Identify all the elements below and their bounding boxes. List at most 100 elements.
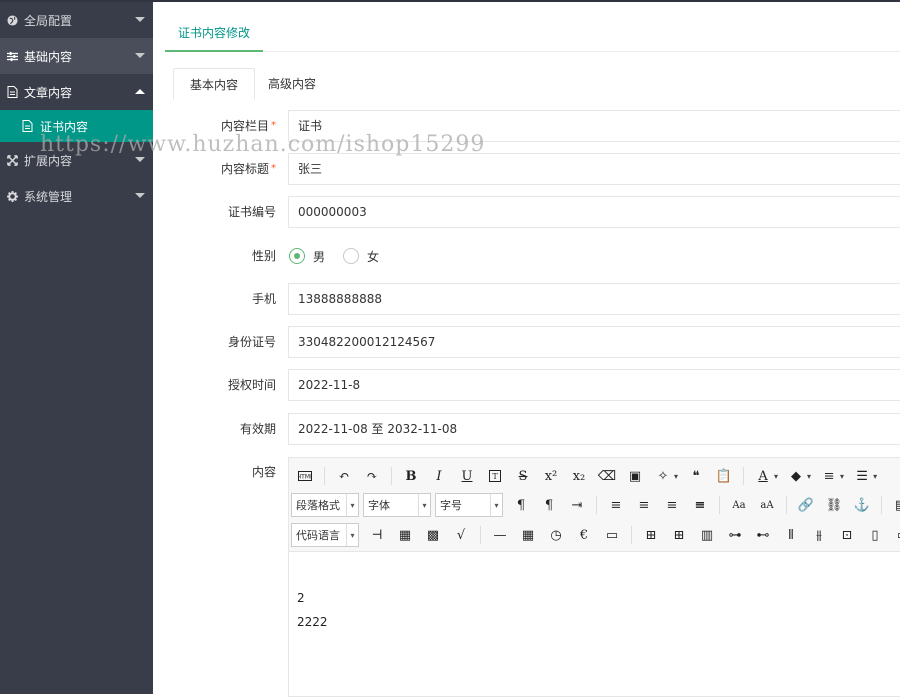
background-icon[interactable]: ▩ xyxy=(421,523,445,547)
chevron-down-icon: ▾ xyxy=(490,494,502,516)
bold-icon[interactable]: B xyxy=(399,464,423,488)
form-row-phone: 手机 13888888888 xyxy=(153,283,900,315)
gender-label: 性别 xyxy=(251,249,276,263)
id-no-field[interactable]: 330482200012124567 xyxy=(288,326,900,358)
align-center-icon[interactable]: ≡ xyxy=(632,493,656,517)
delete-col-icon[interactable]: ⫵ xyxy=(807,523,831,547)
sliders-icon xyxy=(6,50,18,62)
anchor-icon[interactable]: ⚓ xyxy=(850,493,874,517)
validity-field[interactable]: 2022-11-08 至 2032-11-08 xyxy=(288,413,900,445)
delete-table-icon[interactable]: ⊞ xyxy=(667,523,691,547)
format-painter-icon[interactable]: ▣ xyxy=(623,464,647,488)
blockquote-icon[interactable]: ❝ xyxy=(684,464,708,488)
sidebar-item-label: 扩展内容 xyxy=(24,153,73,168)
sidebar-item-label: 系统管理 xyxy=(24,189,73,204)
merge-down-icon[interactable]: ▭ xyxy=(891,523,900,547)
chevron-down-icon[interactable]: ▾ xyxy=(807,472,811,481)
font-color-icon[interactable]: A xyxy=(751,464,775,488)
insert-col-icon[interactable]: ⫴ xyxy=(779,523,803,547)
form-row-gender: 性别 男 女 xyxy=(153,240,900,272)
subscript-icon[interactable]: x₂ xyxy=(567,464,591,488)
sidebar-item-system-management[interactable]: 系统管理 xyxy=(0,178,153,214)
font-family-select[interactable]: 字体 ▾ xyxy=(363,493,431,517)
redo-icon[interactable]: ↷ xyxy=(360,464,384,488)
gender-radio-male[interactable]: 男 xyxy=(289,248,325,265)
insert-table-icon[interactable]: ⊞ xyxy=(639,523,663,547)
chevron-down-icon[interactable]: ▾ xyxy=(873,472,877,481)
superscript-icon[interactable]: x² xyxy=(539,464,563,488)
code-language-select[interactable]: 代码语言 ▾ xyxy=(291,523,359,547)
sidebar-item-article-content[interactable]: 文章内容 xyxy=(0,74,153,110)
form-row-auth-time: 授权时间 2022-11-8 xyxy=(153,369,900,401)
source-code-icon[interactable]: HTML xyxy=(293,464,317,488)
background-color-icon[interactable]: ◆ xyxy=(784,464,808,488)
indent-icon[interactable]: ⇥ xyxy=(565,493,589,517)
border-text-icon[interactable]: T xyxy=(483,464,507,488)
toolbar-divider xyxy=(391,467,392,485)
special-char-icon[interactable]: € xyxy=(572,523,596,547)
italic-icon[interactable]: I xyxy=(427,464,451,488)
page-break-icon[interactable]: ⊣ xyxy=(365,523,389,547)
date-icon[interactable]: ▦ xyxy=(516,523,540,547)
undo-icon[interactable]: ↶ xyxy=(332,464,356,488)
underline-icon[interactable]: U xyxy=(455,464,479,488)
delete-row-icon[interactable]: ⊷ xyxy=(751,523,775,547)
sidebar-item-global-config[interactable]: 全局配置 xyxy=(0,2,153,38)
eraser-icon[interactable]: ⌫ xyxy=(595,464,619,488)
globe-icon xyxy=(6,14,18,26)
insert-row-icon[interactable]: ⊶ xyxy=(723,523,747,547)
cert-no-label: 证书编号 xyxy=(227,205,276,219)
auth-time-field[interactable]: 2022-11-8 xyxy=(288,369,900,401)
cert-no-field[interactable]: 000000003 xyxy=(288,196,900,228)
expand-icon xyxy=(6,154,18,166)
toolbar-row-2: 段落格式 ▾ 字体 ▾ 字号 ▾ ¶ ¶ ⇥ ≡ ≡ ≡ ≡ Aa aA 🔗 ⛓ ⚓ … xyxy=(291,491,900,519)
formula-icon[interactable]: √ xyxy=(449,523,473,547)
align-left-icon[interactable]: ≡ xyxy=(604,493,628,517)
insert-para-before-table-icon[interactable]: ▥ xyxy=(695,523,719,547)
ltr-icon[interactable]: ¶ xyxy=(509,493,533,517)
unlink-icon[interactable]: ⛓ xyxy=(822,493,846,517)
lowercase-icon[interactable]: aA xyxy=(755,493,779,517)
toolbar-divider xyxy=(743,467,745,485)
chevron-down-icon[interactable]: ▾ xyxy=(774,472,778,481)
horizontal-rule-icon[interactable]: — xyxy=(488,523,512,547)
chevron-down-icon[interactable]: ▾ xyxy=(840,472,844,481)
image-float-icon[interactable]: ▤ xyxy=(889,493,900,517)
tab-edit-certificate[interactable]: 证书内容修改 xyxy=(165,16,264,52)
title-field[interactable]: 张三 xyxy=(288,153,900,185)
strikethrough-icon[interactable]: S xyxy=(511,464,535,488)
tab-advanced-content[interactable]: 高级内容 xyxy=(252,68,332,100)
unordered-list-icon[interactable]: ☰ xyxy=(850,464,874,488)
form-row-id-no: 身份证号 330482200012124567 xyxy=(153,326,900,358)
paragraph-format-select[interactable]: 段落格式 ▾ xyxy=(291,493,359,517)
link-icon[interactable]: 🔗 xyxy=(794,493,818,517)
merge-cells-icon[interactable]: ⊡ xyxy=(835,523,859,547)
editor-content[interactable]: 2 2222 xyxy=(297,586,328,634)
auth-time-label: 授权时间 xyxy=(227,378,276,392)
rich-text-editor: HTML ↶ ↷ B I U T S x² x₂ ⌫ ▣ ✧ ▾ ❝ 📋 A ▾ ◆… xyxy=(288,457,900,697)
ordered-list-icon[interactable]: ≡ xyxy=(817,464,841,488)
sidebar-subitem-certificate[interactable]: 证书内容 xyxy=(0,110,153,142)
align-right-icon[interactable]: ≡ xyxy=(660,493,684,517)
phone-field[interactable]: 13888888888 xyxy=(288,283,900,315)
sidebar-item-basic-content[interactable]: 基础内容 xyxy=(0,38,153,74)
gender-radio-female[interactable]: 女 xyxy=(343,248,379,265)
merge-right-icon[interactable]: ▯ xyxy=(863,523,887,547)
time-icon[interactable]: ◷ xyxy=(544,523,568,547)
column-field[interactable]: 证书 xyxy=(288,110,900,142)
font-size-select[interactable]: 字号 ▾ xyxy=(435,493,503,517)
chevron-down-icon[interactable]: ▾ xyxy=(674,472,678,481)
sidebar: 全局配置 基础内容 文章内容 证书内容 扩展内容 系统管理 xyxy=(0,2,153,694)
paste-plain-icon[interactable]: 📋 xyxy=(712,464,736,488)
wordimage-icon[interactable]: ▭ xyxy=(600,523,624,547)
rtl-icon[interactable]: ¶ xyxy=(537,493,561,517)
tab-basic-content[interactable]: 基本内容 xyxy=(173,68,256,100)
chevron-down-icon xyxy=(135,53,145,58)
form-row-validity: 有效期 2022-11-08 至 2032-11-08 xyxy=(153,413,900,445)
chevron-down-icon: ▾ xyxy=(418,494,430,516)
template-icon[interactable]: ▦ xyxy=(393,523,417,547)
sidebar-item-extended-content[interactable]: 扩展内容 xyxy=(0,142,153,178)
align-justify-icon[interactable]: ≡ xyxy=(688,493,712,517)
magic-wand-icon[interactable]: ✧ xyxy=(651,464,675,488)
uppercase-icon[interactable]: Aa xyxy=(727,493,751,517)
